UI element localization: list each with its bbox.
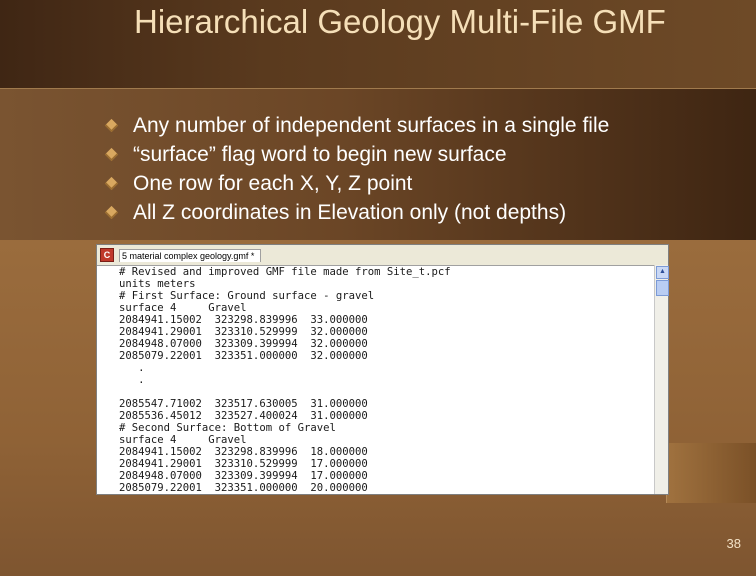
diamond-bullet-icon — [104, 176, 119, 191]
code-line: 2084941.15002 323298.839996 33.000000 — [119, 314, 368, 326]
diamond-bullet-icon — [104, 205, 119, 220]
bullet-text: Any number of independent surfaces in a … — [133, 113, 610, 137]
code-line: # First Surface: Ground surface - gravel — [119, 290, 375, 302]
code-line: 2084941.29001 323310.529999 32.000000 — [119, 326, 368, 338]
code-line: units meters — [119, 278, 196, 290]
code-text-area[interactable]: # Revised and improved GMF file made fro… — [119, 265, 654, 494]
bullet-item: All Z coordinates in Elevation only (not… — [104, 198, 609, 227]
bullet-text: One row for each X, Y, Z point — [133, 171, 413, 195]
code-line: # Revised and improved GMF file made fro… — [119, 266, 451, 278]
code-line: 2084941.15002 323298.839996 18.000000 — [119, 446, 368, 458]
diamond-bullet-icon — [104, 147, 119, 162]
code-line: surface 4 Gravel — [119, 434, 247, 446]
code-line: 2085536.45012 323527.400024 31.000000 — [119, 410, 368, 422]
vertical-scrollbar[interactable]: ▲ — [654, 265, 669, 494]
bullet-item: One row for each X, Y, Z point — [104, 169, 609, 198]
bullet-text: All Z coordinates in Elevation only (not… — [133, 200, 567, 224]
editor-screenshot: C 5 material complex geology.gmf * # Rev… — [96, 244, 669, 495]
scroll-thumb[interactable] — [656, 280, 669, 296]
code-line: surface 4 Gravel — [119, 302, 247, 314]
diamond-bullet-icon — [104, 118, 119, 133]
slide-title: Hierarchical Geology Multi-File GMF — [134, 3, 666, 40]
page-number: 38 — [726, 536, 741, 551]
file-type-icon: C — [100, 248, 114, 262]
editor-tab-bar: C 5 material complex geology.gmf * — [97, 245, 668, 266]
code-line: 2085079.22001 323351.000000 20.000000 — [119, 482, 368, 494]
code-line: # Second Surface: Bottom of Gravel — [119, 422, 336, 434]
code-line: 2084948.07000 323309.399994 32.000000 — [119, 338, 368, 350]
scroll-up-icon[interactable]: ▲ — [656, 266, 669, 279]
code-line: . — [119, 374, 145, 386]
code-line: 2084941.29001 323310.529999 17.000000 — [119, 458, 368, 470]
code-line: 2084948.07000 323309.399994 17.000000 — [119, 470, 368, 482]
code-line: 2085079.22001 323351.000000 32.000000 — [119, 350, 368, 362]
bullet-list: Any number of independent surfaces in a … — [104, 111, 610, 227]
editor-tab[interactable]: 5 material complex geology.gmf * — [119, 248, 262, 262]
bullet-item: Any number of independent surfaces in a … — [104, 111, 610, 140]
code-line: . — [119, 362, 145, 374]
decorative-square — [666, 443, 756, 503]
code-line: 2085547.71002 323517.630005 31.000000 — [119, 398, 368, 410]
bullet-item: “surface” flag word to begin new surface — [104, 140, 609, 169]
bullet-text: “surface” flag word to begin new surface — [133, 142, 507, 166]
